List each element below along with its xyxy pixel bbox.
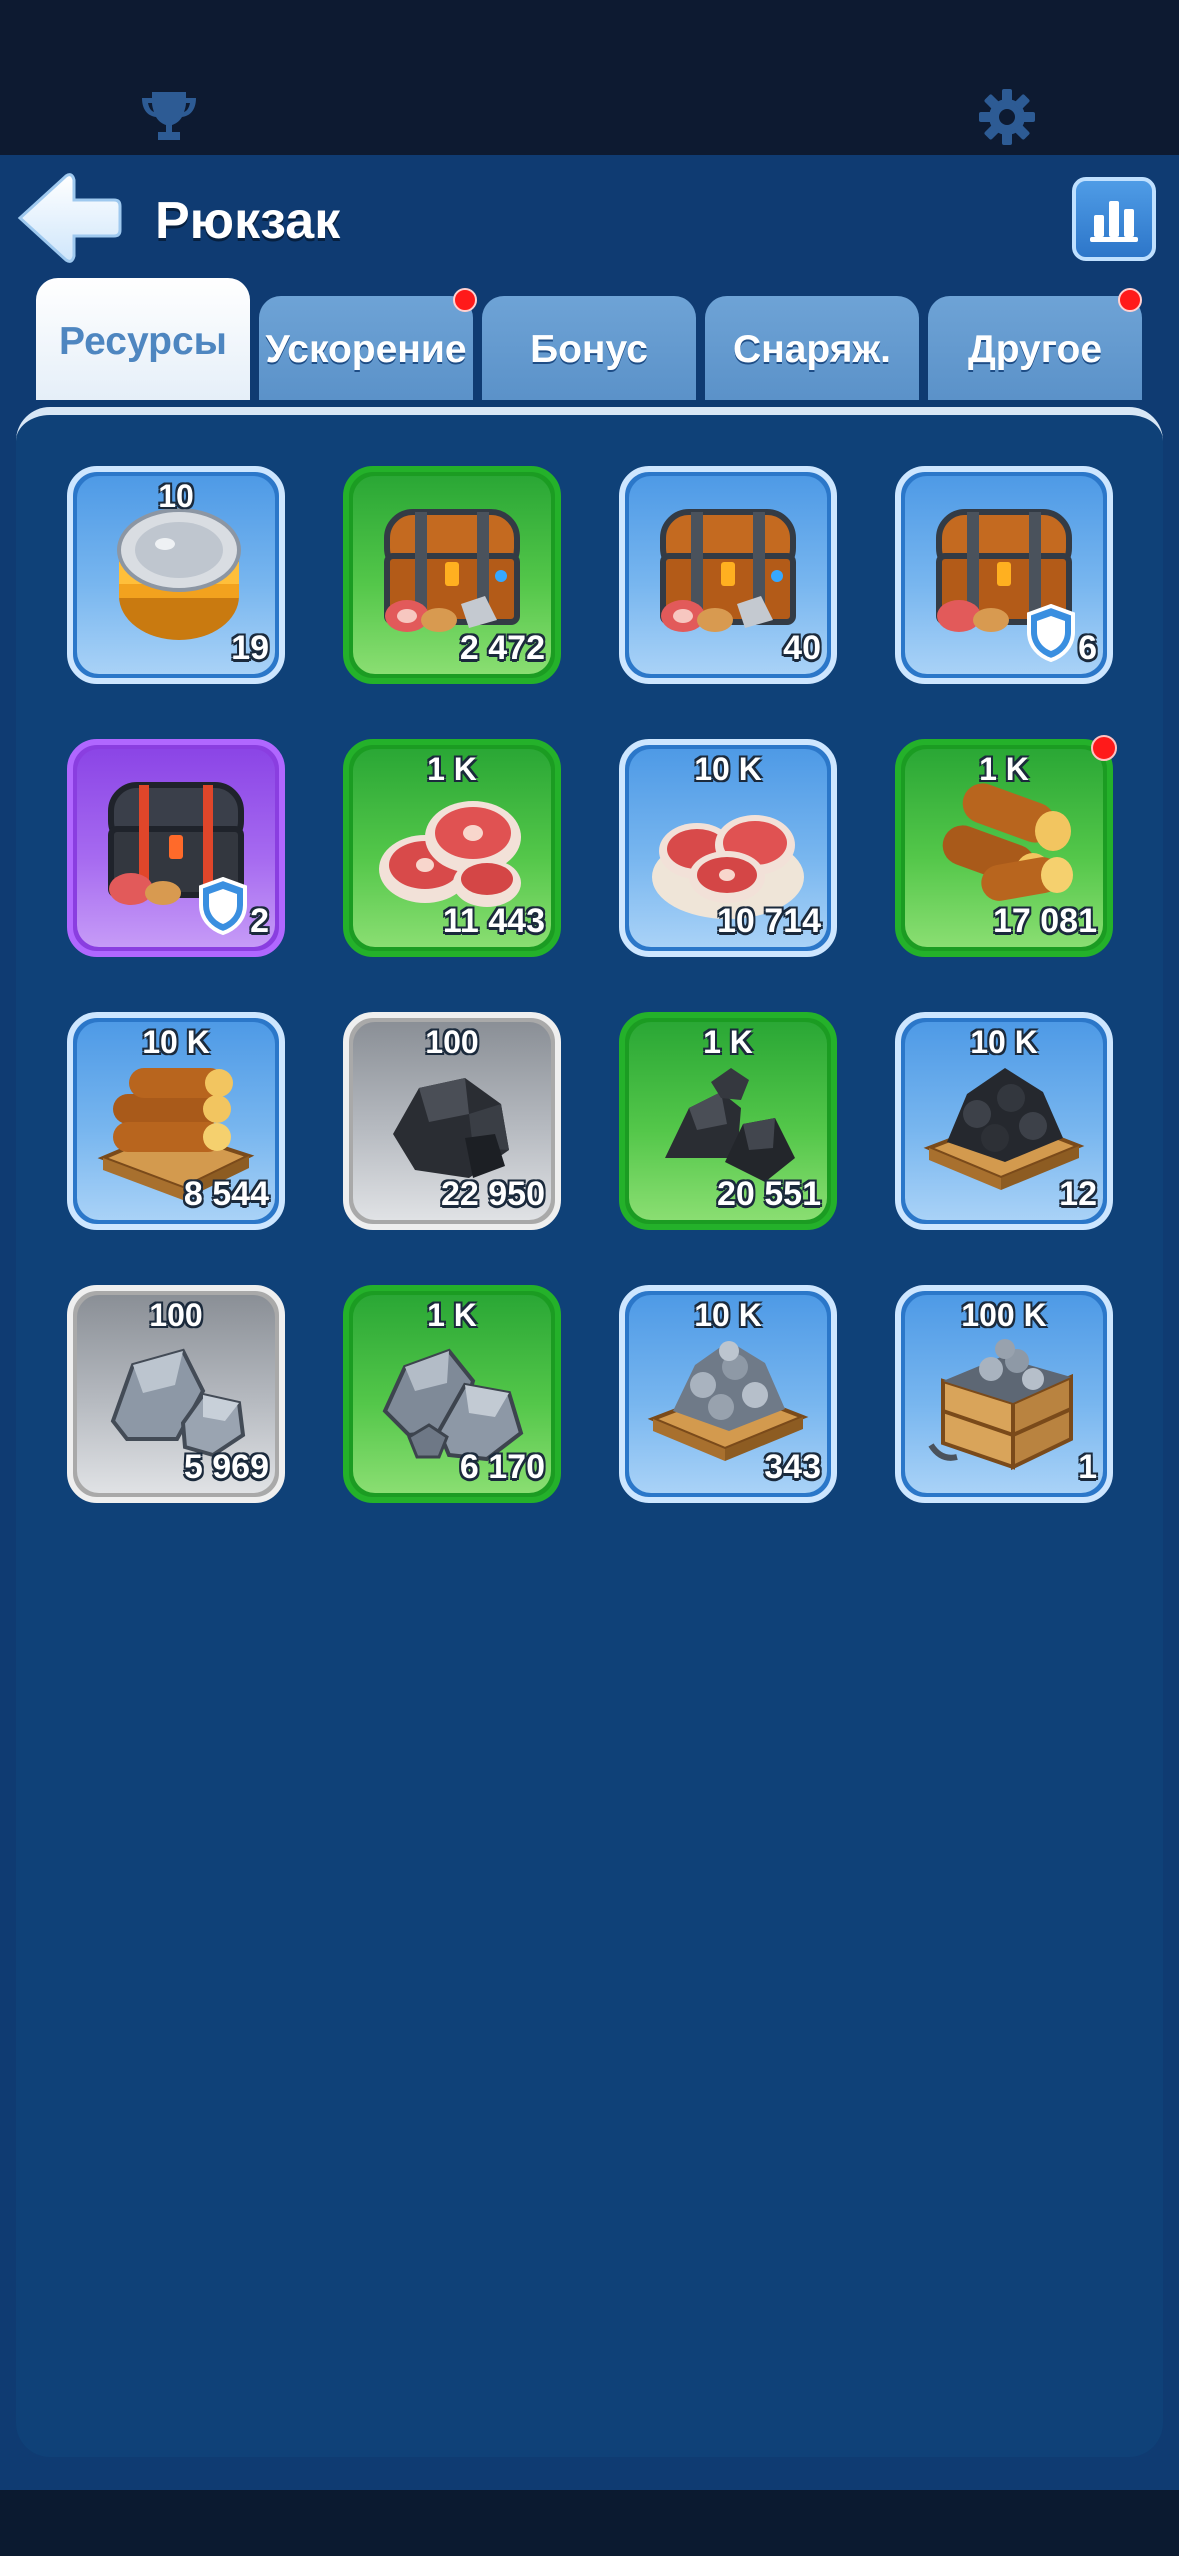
notification-dot [1091, 735, 1117, 761]
inventory-item-iron-ore[interactable]: 100 5 969 [67, 1285, 285, 1503]
inventory-item-coal-pallet[interactable]: 10 K 12 [895, 1012, 1113, 1230]
tab-label: Ресурсы [59, 320, 227, 363]
notification-dot [1118, 288, 1142, 312]
item-count: 1 [1078, 1448, 1097, 1486]
item-tier: 1 K [979, 751, 1029, 787]
item-tier: 10 K [970, 1024, 1038, 1060]
item-count: 2 [250, 902, 269, 940]
inventory-item-resource-chest[interactable]: 2 472 [343, 466, 561, 684]
item-count: 2 472 [459, 629, 545, 667]
item-tier: 100 [149, 1297, 203, 1333]
notification-dot [453, 288, 477, 312]
tab-other[interactable]: Другое [928, 288, 1142, 404]
item-count: 6 170 [459, 1448, 545, 1486]
item-count: 20 551 [717, 1175, 821, 1213]
trophy-icon[interactable] [138, 90, 200, 142]
tab-resources[interactable]: Ресурсы [36, 278, 250, 406]
tab-label: Другое [967, 328, 1103, 371]
inventory-item-iron-ore-pile[interactable]: 1 K 6 170 [343, 1285, 561, 1503]
tab-label: Снаряж. [733, 328, 891, 371]
tab-label: Ускорение [265, 328, 467, 371]
item-count: 5 969 [183, 1448, 269, 1486]
inventory-item-resource-chest[interactable]: 40 [619, 466, 837, 684]
item-tier: 1 K [703, 1024, 753, 1060]
item-tier: 1 K [427, 1297, 477, 1333]
inventory-item-protected-resource-chest[interactable]: 6 [895, 466, 1113, 684]
top-bar [0, 0, 1179, 155]
shield-icon [199, 877, 247, 935]
tab-bonus[interactable]: Бонус [482, 296, 696, 404]
inventory-item-protected-epic-chest[interactable]: 2 [67, 739, 285, 957]
inventory-item-coal-pile[interactable]: 1 K 20 551 [619, 1012, 837, 1230]
item-count: 343 [764, 1448, 821, 1486]
tab-equipment[interactable]: Снаряж. [705, 296, 919, 404]
item-count: 6 [1078, 629, 1097, 667]
statistics-button[interactable] [1072, 177, 1156, 261]
item-tier: 1 K [427, 751, 477, 787]
item-tier: 10 [158, 478, 194, 514]
inventory-item-wood-logs[interactable]: 1 K 17 081 [895, 735, 1117, 957]
bottom-bar [0, 2490, 1179, 2556]
item-tier: 10 K [694, 1297, 762, 1333]
inventory-item-iron-crate[interactable]: 100 K 1 [895, 1285, 1113, 1503]
tab-boosts[interactable]: Ускорение [259, 288, 477, 404]
bar-chart-icon [1090, 201, 1138, 242]
tab-label: Бонус [530, 328, 648, 371]
item-count: 17 081 [993, 902, 1097, 940]
item-count: 12 [1059, 1175, 1097, 1213]
item-tier: 10 K [142, 1024, 210, 1060]
item-count: 22 950 [441, 1175, 545, 1213]
item-tier: 10 K [694, 751, 762, 787]
gear-icon[interactable] [978, 88, 1036, 146]
inventory-item-wood-pallet[interactable]: 10 K 8 544 [67, 1012, 285, 1230]
inventory-item-meat-plate[interactable]: 10 K 10 714 [619, 739, 837, 957]
item-count: 11 443 [442, 902, 545, 940]
item-tier: 100 K [961, 1297, 1047, 1333]
inventory-item-tin-can[interactable]: 10 19 [67, 466, 285, 684]
item-count: 8 544 [183, 1175, 269, 1213]
back-arrow-icon[interactable] [14, 172, 124, 264]
inventory-item-meat[interactable]: 1 K 11 443 [343, 739, 561, 957]
item-tier: 100 [425, 1024, 479, 1060]
iron-crate-icon [928, 1339, 1073, 1471]
item-count: 40 [783, 629, 821, 667]
item-count: 19 [231, 629, 269, 667]
shield-icon [1027, 604, 1075, 662]
inventory-item-iron-pallet[interactable]: 10 K 343 [619, 1285, 837, 1503]
page-title: Рюкзак [155, 192, 341, 250]
item-count: 10 714 [717, 902, 821, 940]
inventory-item-coal[interactable]: 100 22 950 [343, 1012, 561, 1230]
